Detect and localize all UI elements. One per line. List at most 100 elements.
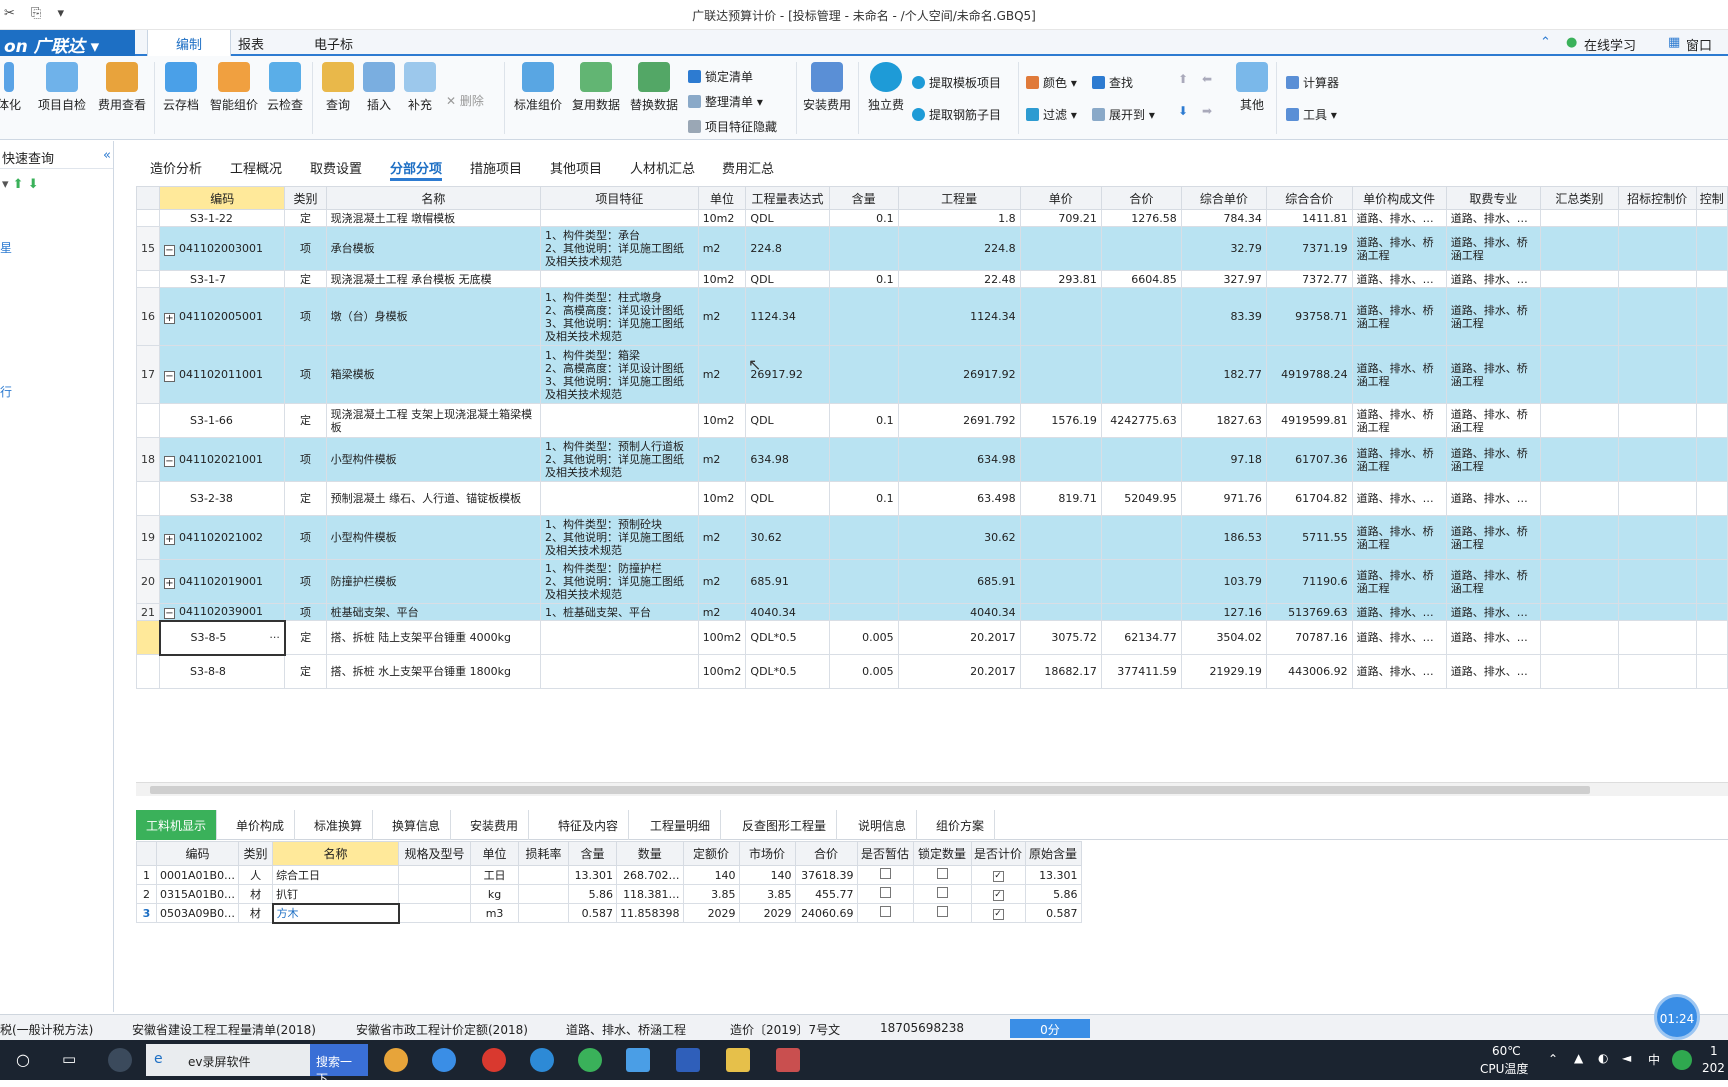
cell-type[interactable]: 定 <box>284 654 327 689</box>
search-button[interactable]: 搜索一下 <box>310 1044 368 1086</box>
cell-price[interactable]: 3075.72 <box>1019 620 1102 655</box>
sub-cell-dprice[interactable]: 140 <box>682 865 740 885</box>
cell-utotal[interactable]: 7372.77 <box>1265 270 1353 288</box>
cell-control[interactable] <box>1695 654 1728 689</box>
sub-cell-est[interactable] <box>856 884 914 904</box>
cell-utotal[interactable]: 5711.55 <box>1265 515 1353 560</box>
col-unit-price[interactable]: 综合单价 <box>1180 186 1267 210</box>
sub-cell-code[interactable]: 0503A09B0… <box>155 903 240 923</box>
expand-icon[interactable]: + <box>164 533 175 545</box>
checkbox[interactable]: ✓ <box>992 871 1004 882</box>
cell-uprice[interactable]: 32.79 <box>1180 226 1267 271</box>
cell-rowno[interactable] <box>136 403 160 438</box>
tab-description[interactable]: 说明信息 <box>848 810 918 840</box>
cell-summary[interactable] <box>1539 603 1619 621</box>
tab-fee-settings[interactable]: 取费设置 <box>310 153 362 179</box>
cell-code[interactable]: S3-1-7 <box>158 270 286 288</box>
cell-uprice[interactable]: 21929.19 <box>1180 654 1267 689</box>
cell-code[interactable]: S3-2-38 <box>158 481 286 516</box>
sub-col-amount[interactable]: 数量 <box>616 841 684 866</box>
cell-type[interactable]: 定 <box>284 270 327 288</box>
cell-file[interactable]: 道路、排水、桥涵工程 <box>1351 287 1447 346</box>
cell-code[interactable]: +041102019001 <box>158 559 286 604</box>
cell-unit[interactable]: m2 <box>697 515 747 560</box>
folder-icon[interactable] <box>726 1048 750 1072</box>
arrow-down-icon[interactable]: ⬇ <box>28 177 39 192</box>
scrollbar-thumb[interactable] <box>150 786 1590 794</box>
checkbox[interactable] <box>879 906 891 917</box>
cell-file[interactable]: 道路、排水、桥涵工程 <box>1351 437 1447 482</box>
cell-uprice[interactable]: 784.34 <box>1180 209 1267 227</box>
cell-total[interactable]: 377411.59 <box>1100 654 1182 689</box>
cell-name[interactable]: 预制混凝土 缘石、人行道、锚锭板模板 <box>325 481 542 516</box>
cell-type[interactable]: 定 <box>284 481 327 516</box>
cell-code[interactable]: −041102021001 <box>158 437 286 482</box>
cell-qty[interactable]: 634.98 <box>897 437 1021 482</box>
cell-fee[interactable]: 道路、排水、桥涵工程 <box>1445 403 1541 438</box>
cell-file[interactable]: 道路、排水、… <box>1351 209 1447 227</box>
cell-code[interactable]: S3-1-22 <box>158 209 286 227</box>
expand-icon[interactable]: + <box>164 312 175 324</box>
tab-pricing-scheme[interactable]: 组价方案 <box>926 810 996 840</box>
cell-type[interactable]: 项 <box>284 226 327 271</box>
cell-qty[interactable]: 63.498 <box>897 481 1021 516</box>
cell-expr[interactable]: 4040.34 <box>745 603 830 621</box>
cell-uprice[interactable]: 1827.63 <box>1180 403 1267 438</box>
cell-expr[interactable]: QDL*0.5 <box>745 654 830 689</box>
sub-cell-est[interactable] <box>856 903 914 923</box>
sub-cell-dprice[interactable]: 3.85 <box>682 884 740 904</box>
col-price-file[interactable]: 单价构成文件 <box>1351 186 1447 210</box>
cell-rowno[interactable]: 18 <box>136 437 160 482</box>
cell-expr[interactable]: QDL*0.5 <box>745 620 830 655</box>
move-down-icon[interactable]: ⬇ <box>1178 104 1188 118</box>
sub-col-estimate[interactable]: 是否暂估 <box>856 841 914 866</box>
cell-name[interactable]: 桩基础支架、平台 <box>325 603 542 621</box>
window-menu[interactable]: 窗口 <box>1686 35 1712 54</box>
cell-summary[interactable] <box>1539 481 1619 516</box>
cell-feature[interactable] <box>540 620 699 655</box>
col-fee-profession[interactable]: 取费专业 <box>1445 186 1541 210</box>
cell-rowno[interactable] <box>136 481 160 516</box>
sub-cell-content[interactable]: 13.301 <box>568 865 618 885</box>
cell-summary[interactable] <box>1539 515 1619 560</box>
cell-type[interactable]: 项 <box>284 287 327 346</box>
cell-name[interactable]: 搭、拆桩 陆上支架平台锤重 4000kg <box>325 620 542 655</box>
cell-rowno[interactable] <box>136 209 160 227</box>
extract-rebar-button[interactable]: 提取钢筋子目 <box>912 106 1001 123</box>
cell-qty[interactable]: 2691.792 <box>897 403 1021 438</box>
cell-type[interactable]: 项 <box>284 603 327 621</box>
cell-control[interactable] <box>1695 403 1728 438</box>
sub-col-priced[interactable]: 是否计价 <box>970 841 1026 866</box>
paint-icon[interactable] <box>776 1048 800 1072</box>
tab-labor-material[interactable]: 人材机汇总 <box>630 153 695 179</box>
sub-cell-content[interactable]: 5.86 <box>568 884 618 904</box>
sub-cell-priced[interactable]: ✓ <box>970 903 1026 923</box>
cell-type[interactable]: 定 <box>284 403 327 438</box>
col-expr[interactable]: 工程量表达式 <box>745 186 830 210</box>
cell-qty[interactable]: 20.2017 <box>897 620 1021 655</box>
tool-icon[interactable] <box>482 1048 506 1072</box>
cell-name[interactable]: 搭、拆桩 水上支架平台锤重 1800kg <box>325 654 542 689</box>
cell-feature[interactable]: 1、构件类型：承台 2、其他说明：详见施工图纸及相关技术规范 <box>540 226 699 271</box>
sub-cell-mprice[interactable]: 140 <box>738 865 796 885</box>
table-row[interactable]: S3-1-22 定现浇混凝土工程 墩帽模板 10m2 QDL 0.1 1.8 709.21 1… <box>136 209 1728 227</box>
resource-row[interactable]: 3 0503A09B0… 材方木 m3 0.587 11.858398 2029 2029 24… <box>136 902 1082 924</box>
cell-uprice[interactable]: 327.97 <box>1180 270 1267 288</box>
sub-col-market-price[interactable]: 市场价 <box>738 841 796 866</box>
sub-col-name[interactable]: 名称 <box>272 841 400 866</box>
cell-feature[interactable]: 1、桩基础支架、平台 <box>540 603 699 621</box>
insert-button[interactable]: 插入 <box>360 62 398 113</box>
tab-fee-summary[interactable]: 费用汇总 <box>722 153 774 179</box>
cell-control-price[interactable] <box>1617 403 1697 438</box>
replace-data-button[interactable]: 替换数据 <box>626 62 682 113</box>
cell-price[interactable] <box>1019 603 1102 621</box>
other-button[interactable]: 其他 <box>1234 62 1270 113</box>
cell-qty[interactable]: 30.62 <box>897 515 1021 560</box>
cell-content[interactable] <box>828 226 899 271</box>
collapse-icon[interactable]: − <box>164 370 175 382</box>
tab-labor-material-display[interactable]: 工料机显示 <box>136 810 218 840</box>
sub-cell-spec[interactable] <box>398 884 472 904</box>
sub-col-original[interactable]: 原始含量 <box>1024 841 1082 866</box>
cell-utotal[interactable]: 4919788.24 <box>1265 345 1353 404</box>
table-row[interactable]: 19 +041102021002 项小型构件模板 1、构件类型：预制砼块 2、其他说明… <box>136 515 1728 560</box>
